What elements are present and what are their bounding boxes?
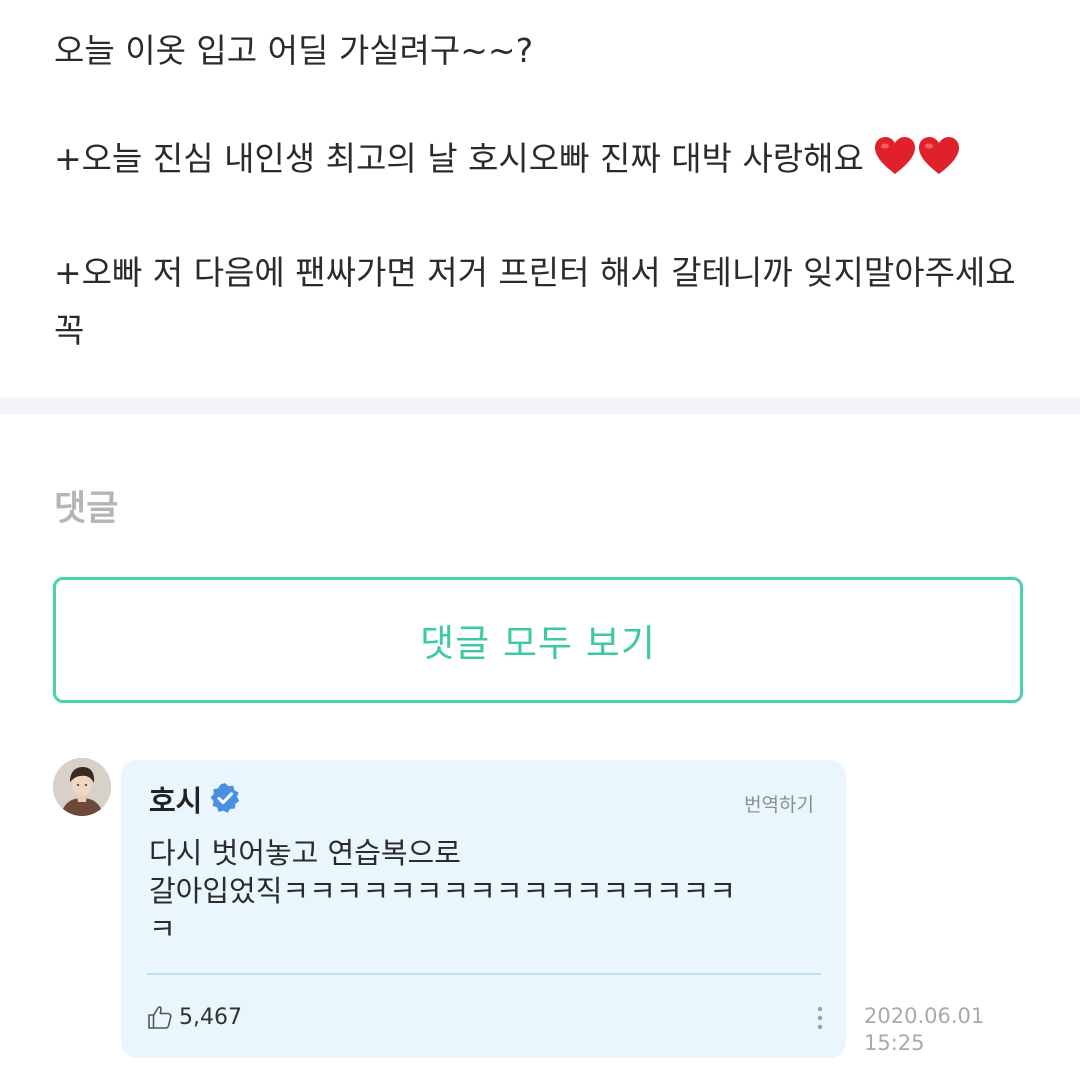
user-avatar[interactable] [53,758,111,816]
section-divider [0,397,1080,414]
heart-emoji-pair [874,136,962,194]
more-vertical-icon[interactable] [816,1005,824,1031]
heart-emoji-icon [918,137,959,174]
comments-section-title: 댓글 [54,489,119,529]
verified-badge-icon [210,783,240,813]
post-gap [54,194,1034,244]
heart-emoji-icon [874,137,915,174]
comment-author-name[interactable]: 호시 [149,778,202,820]
post-line-2: +오늘 진심 내인생 최고의 날 호시오빠 진짜 대박 사랑해요 [54,130,1034,194]
comment-timestamp: 2020.06.01 15:25 [864,1003,994,1057]
timestamp-date: 2020.06.01 [864,1004,985,1028]
comment-text-line-2: 갈아입었직ㅋㅋㅋㅋㅋㅋㅋㅋㅋㅋㅋㅋㅋㅋㅋㅋㅋ [149,874,736,908]
view-all-comments-button[interactable]: 댓글 모두 보기 [53,577,1023,703]
comment-text-line-3: ㅋ [149,912,176,946]
like-button[interactable]: 5,467 [147,1004,242,1030]
post-body: 오늘 이옷 입고 어딜 가실려구~~? +오늘 진심 내인생 최고의 날 호시오… [54,22,1034,360]
post-gap [54,80,1034,130]
post-line-4: 꼭 [54,311,85,350]
translate-link[interactable]: 번역하기 [744,790,814,817]
comment-text-line-1: 다시 벗어놓고 연습복으로 [149,836,461,870]
avatar-image [53,758,111,816]
post-line-2-text: +오늘 진심 내인생 최고의 날 호시오빠 진짜 대박 사랑해요 [54,139,864,178]
thumbs-up-icon [148,1006,172,1029]
comment-divider [147,973,821,975]
comment-card: 호시 번역하기 다시 벗어놓고 연습복으로 갈아입었직ㅋㅋㅋㅋㅋㅋㅋㅋㅋㅋㅋㅋㅋ… [121,760,846,1058]
post-line-3: +오빠 저 다음에 팬싸가면 저거 프린터 해서 갈테니까 잊지말아주세요 [54,253,1016,292]
page: 오늘 이옷 입고 어딜 가실려구~~? +오늘 진심 내인생 최고의 날 호시오… [0,0,1080,1083]
post-line-1: 오늘 이옷 입고 어딜 가실려구~~? [54,31,534,70]
comment-text: 다시 벗어놓고 연습복으로 갈아입었직ㅋㅋㅋㅋㅋㅋㅋㅋㅋㅋㅋㅋㅋㅋㅋㅋㅋ ㅋ [149,834,819,948]
timestamp-time: 15:25 [864,1031,925,1055]
like-count: 5,467 [179,1004,242,1030]
